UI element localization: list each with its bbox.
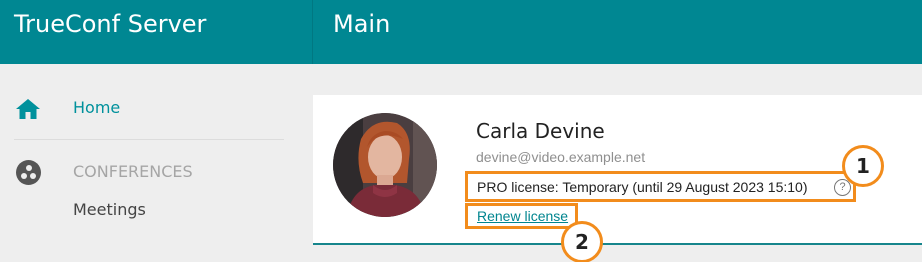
page-title: Main <box>333 10 391 38</box>
sidebar-item-home[interactable]: Home <box>14 94 284 124</box>
home-icon <box>16 99 40 119</box>
user-card: Carla Devine devine@video.example.net PR… <box>313 95 922 245</box>
avatar <box>333 113 437 217</box>
brand-area: TrueConf Server <box>0 0 313 64</box>
top-bar: TrueConf Server Main <box>0 0 922 64</box>
sidebar: Home CONFERENCES Meetings <box>0 64 313 262</box>
conferences-icon <box>16 160 41 185</box>
renew-highlight: Renew license <box>465 203 578 229</box>
license-highlight: PRO license: Temporary (until 29 August … <box>465 171 856 202</box>
sidebar-item-meetings[interactable]: Meetings <box>73 200 146 219</box>
sidebar-section-conferences: CONFERENCES <box>73 162 193 181</box>
license-status: PRO license: Temporary (until 29 August … <box>477 179 808 195</box>
user-name: Carla Devine <box>476 119 605 143</box>
sidebar-divider <box>14 139 284 140</box>
annotation-marker-1: 1 <box>842 145 884 187</box>
brand-title: TrueConf Server <box>14 10 207 38</box>
sidebar-item-label: Home <box>73 98 121 117</box>
user-email: devine@video.example.net <box>476 149 646 165</box>
annotation-marker-2: 2 <box>561 221 603 262</box>
renew-license-link[interactable]: Renew license <box>477 208 568 224</box>
